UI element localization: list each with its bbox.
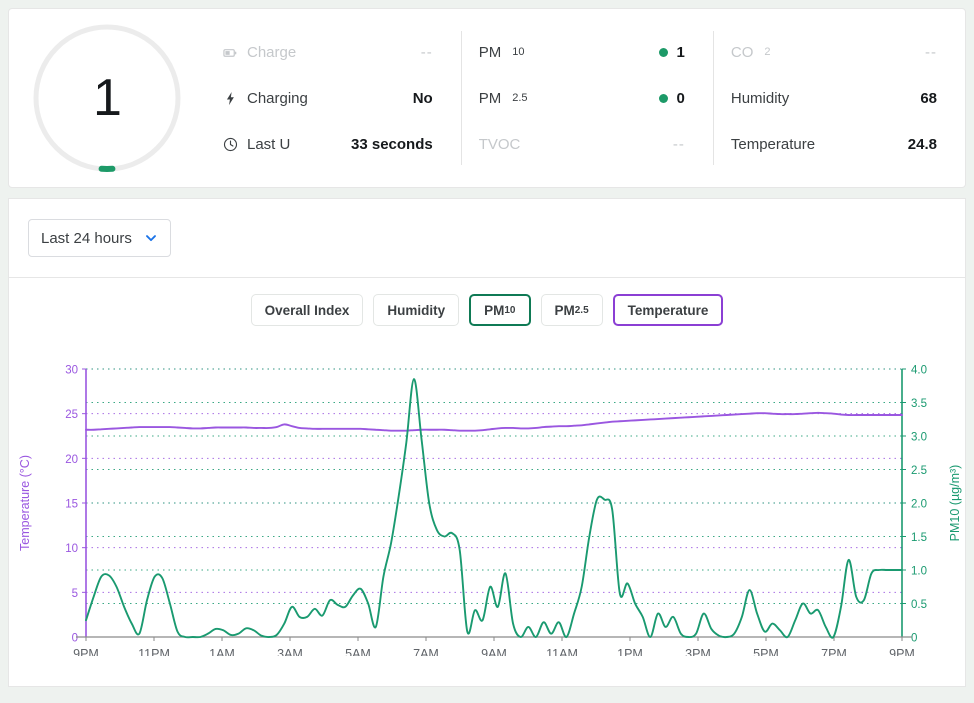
tab-humidity-label: Humidity — [387, 302, 446, 318]
stat-value-pm10: 1 — [676, 43, 685, 61]
svg-text:4.0: 4.0 — [911, 365, 927, 377]
svg-text:3AM: 3AM — [277, 647, 303, 656]
svg-text:PM10 (µg/m³): PM10 (µg/m³) — [948, 465, 962, 542]
svg-text:1AM: 1AM — [209, 647, 235, 656]
stat-row-last-update: Last U 33 seconds — [223, 134, 433, 154]
stat-row-tvoc: TVOC -- — [479, 134, 685, 154]
stat-value-co2: -- — [925, 43, 937, 61]
svg-text:0.5: 0.5 — [911, 599, 927, 611]
status-dot-pm25 — [658, 93, 668, 103]
tab-temperature-label: Temperature — [627, 302, 709, 318]
timeseries-chart: 0 5 10 15 20 25 30 0 0.5 1.0 1.5 2.0 2.5 3.0 3.5 4.0 9PM… — [18, 365, 962, 657]
tab-temperature[interactable]: Temperature — [612, 294, 724, 326]
tab-pm25-label: PM — [554, 302, 575, 318]
stat-row-charge: Charge -- — [223, 42, 433, 62]
tab-humidity[interactable]: Humidity — [373, 294, 460, 326]
svg-text:11PM: 11PM — [138, 647, 170, 656]
svg-text:5AM: 5AM — [345, 647, 371, 656]
chevron-down-icon — [144, 231, 158, 245]
svg-text:9PM: 9PM — [73, 647, 99, 656]
chart-plot-area: 0 5 10 15 20 25 30 0 0.5 1.0 1.5 2.0 2.5 3.0 3.5 4.0 9PM… — [9, 326, 974, 657]
svg-text:1PM: 1PM — [617, 647, 643, 656]
svg-text:11AM: 11AM — [546, 647, 578, 656]
status-dot-pm10 — [658, 47, 668, 57]
summary-card: 1 Charge -- Charging No Last U 33 second… — [8, 8, 966, 188]
stat-label-pm25: PM — [478, 89, 502, 107]
tab-overall-index[interactable]: Overall Index — [250, 294, 364, 326]
svg-text:7AM: 7AM — [413, 647, 439, 656]
stats-column-device: Charge -- Charging No Last U 33 seconds — [205, 9, 461, 187]
svg-text:10: 10 — [65, 543, 78, 555]
bolt-icon — [223, 91, 238, 106]
tab-pm25-sub: 2.5 — [574, 304, 589, 316]
dashboard-page: 1 Charge -- Charging No Last U 33 second… — [0, 0, 974, 703]
svg-text:0: 0 — [911, 633, 917, 645]
metric-tabs: Overall Index Humidity PM 10 PM 2.5 Temper… — [9, 278, 965, 326]
tab-pm10-sub: 10 — [504, 304, 516, 316]
clock-icon — [223, 137, 238, 152]
tab-overall-index-label: Overall Index — [264, 302, 350, 318]
range-selector-bar: Last 24 hours — [8, 198, 966, 278]
stat-row-co2: CO 2 -- — [731, 42, 937, 62]
stat-label-last-update: Last U — [247, 135, 291, 153]
overall-index-value: 1 — [93, 69, 122, 127]
stat-row-pm10: PM 10 1 — [479, 42, 685, 62]
stat-label-temperature: Temperature — [730, 135, 816, 153]
stat-value-last-update: 33 seconds — [351, 135, 433, 153]
stat-row-pm25: PM 2.5 0 — [479, 88, 685, 108]
stat-value-tvoc: -- — [672, 135, 685, 153]
tab-pm10-label: PM — [484, 302, 505, 318]
stat-label-pm10: PM — [478, 43, 502, 61]
battery-icon — [223, 45, 238, 60]
svg-text:0: 0 — [72, 633, 78, 645]
svg-text:1.5: 1.5 — [911, 532, 927, 544]
stat-value-temperature: 24.8 — [907, 135, 937, 153]
svg-text:25: 25 — [65, 409, 78, 421]
tab-pm25[interactable]: PM 2.5 — [540, 294, 603, 326]
overall-index-gauge-container: 1 — [9, 9, 205, 187]
stat-label-charge: Charge — [247, 43, 297, 61]
stat-label-co2: CO — [730, 43, 754, 61]
series-line-pm10 — [85, 378, 903, 639]
svg-text:15: 15 — [65, 499, 78, 511]
chart-card: Overall Index Humidity PM 10 PM 2.5 Temper… — [8, 278, 966, 687]
svg-text:9AM: 9AM — [481, 647, 507, 656]
svg-text:2.5: 2.5 — [911, 465, 927, 477]
stat-label-pm10-sub: 10 — [512, 46, 525, 58]
svg-text:1.0: 1.0 — [911, 566, 927, 578]
time-range-select[interactable]: Last 24 hours — [28, 219, 171, 257]
stat-row-charging: Charging No — [223, 88, 433, 108]
stat-label-humidity: Humidity — [730, 89, 790, 107]
svg-text:9PM: 9PM — [889, 647, 915, 656]
overall-index-gauge: 1 — [31, 22, 183, 174]
stats-column-environment: CO 2 -- Humidity 68 Temperature 24.8 — [712, 9, 965, 187]
stat-label-pm25-sub: 2.5 — [512, 92, 528, 104]
svg-text:3.5: 3.5 — [911, 398, 927, 410]
stat-row-humidity: Humidity 68 — [731, 88, 937, 108]
stat-label-charging: Charging — [247, 89, 308, 107]
stat-value-pm25: 0 — [676, 89, 685, 107]
svg-text:Temperature (°C): Temperature (°C) — [18, 455, 32, 551]
series-line-temperature — [85, 411, 903, 432]
tab-pm10[interactable]: PM 10 — [469, 294, 531, 326]
svg-text:30: 30 — [65, 365, 78, 377]
svg-text:20: 20 — [65, 454, 78, 466]
svg-text:2.0: 2.0 — [911, 499, 927, 511]
stat-value-humidity: 68 — [920, 89, 937, 107]
stat-value-charging: No — [412, 89, 433, 107]
time-range-select-value: Last 24 hours — [41, 229, 132, 247]
svg-text:7PM: 7PM — [821, 647, 847, 656]
stat-row-temperature: Temperature 24.8 — [731, 134, 937, 154]
svg-text:3.0: 3.0 — [911, 432, 927, 444]
stat-label-co2-sub: 2 — [764, 46, 771, 58]
svg-text:5: 5 — [72, 588, 78, 600]
svg-text:5PM: 5PM — [753, 647, 779, 656]
stats-column-particulates: PM 10 1 PM 2.5 0 TVOC -- — [460, 9, 713, 187]
stat-label-tvoc: TVOC — [478, 135, 521, 153]
stat-value-charge: -- — [420, 43, 433, 61]
svg-text:3PM: 3PM — [685, 647, 711, 656]
